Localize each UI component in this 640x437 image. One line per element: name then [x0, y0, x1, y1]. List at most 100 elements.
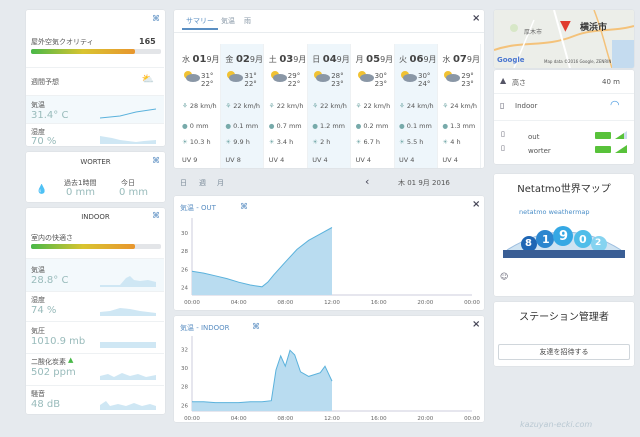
temp-row[interactable]: 気温 31.4° C	[26, 95, 164, 123]
tab-summary-underline	[182, 28, 218, 30]
forecast-row[interactable]: 週間予想 ⛅	[26, 67, 164, 95]
map-card[interactable]: 横浜市 厚木市 ▼ Google Map data ©2016 Google, …	[494, 10, 634, 68]
tab-summary[interactable]: サマリー	[186, 16, 214, 26]
indoor-co2-row[interactable]: 二酸化炭素 ▲ 502 ppm	[26, 353, 164, 385]
forecast-day[interactable]: 水 019月 31° 22° ⚘ 28 km/h ● 0 mm ☀ 10.3 h UV 9	[178, 44, 221, 168]
user-icon: ☺	[500, 272, 509, 281]
period-day[interactable]: 日	[180, 178, 187, 188]
forecast-day[interactable]: 火 069月 30° 24° ⚘ 24 km/h ● 0.1 mm ☀ 5.5 h UV 4	[395, 44, 438, 168]
indoor-module-card: INDOOR ⌘ 室内の快適さ 気温 28.8° C 湿度 74 % 気圧 10…	[26, 208, 165, 414]
sunshine-value: ☀ 6.7 h	[355, 138, 381, 146]
raindrop-icon: ●	[355, 122, 362, 130]
tab-rain[interactable]: 雨	[244, 16, 251, 26]
y-tick-label: 28	[181, 249, 188, 255]
out-module-icon: ▯	[501, 130, 505, 138]
forecast-day[interactable]: 日 049月 28° 23° ⚘ 22 km/h ● 1.2 mm ☀ 2 h UV 4	[308, 44, 352, 168]
temp-hi-lo: 29° 22°	[287, 72, 301, 88]
forecast-day[interactable]: 金 029月 31° 22° ⚘ 22 km/h ● 0.1 mm ☀ 9.9 h UV 8	[221, 44, 265, 168]
sunshine-value: ☀ 9.9 h	[225, 138, 250, 146]
wind-value: ⚘ 28 km/h	[182, 102, 217, 110]
share-icon[interactable]: ⌘	[152, 156, 160, 165]
worter-battery-icon	[595, 146, 611, 153]
indoor-temp-chart-card: 気温 - INDOOR ⌘ × 32 30 28 26 00:00 04:00 08:00 1…	[174, 316, 484, 422]
indoor-module-label: Indoor	[515, 102, 538, 110]
tab-temperature[interactable]: 気温	[221, 16, 235, 26]
indoor-temp-value: 28.8° C	[31, 275, 69, 286]
x-tick-label: 16:00	[371, 416, 387, 422]
day-header: 水 019月	[182, 54, 220, 65]
temp-sparkline	[100, 108, 156, 119]
world-map-card[interactable]: Netatmo世界マップ netatmo weathermap 8 1 9 0 …	[494, 174, 634, 296]
map-pin-icon: ▼	[560, 18, 571, 34]
indoor-humidity-label: 湿度	[31, 296, 45, 304]
rain-value: ● 0.1 mm	[399, 122, 432, 130]
forecast-divider	[174, 32, 484, 33]
indoor-comfort-label: 室内の快適さ	[31, 234, 73, 242]
indoor-co2-sparkline	[100, 373, 156, 380]
uv-value: UV 8	[225, 156, 241, 164]
y-tick-label: 26	[181, 403, 188, 409]
partly-cloudy-icon	[356, 70, 374, 84]
y-tick-label: 28	[181, 385, 188, 391]
wind-value: ⚘ 22 km/h	[312, 102, 347, 110]
sun-icon: ☀	[355, 138, 362, 146]
prev-arrow-icon[interactable]: ‹	[365, 175, 369, 188]
forecast-day[interactable]: 土 039月 29° 22° ⚘ 22 km/h ● 0.7 mm ☀ 3.4 h UV 4	[265, 44, 308, 168]
weathermap-digit: 0	[579, 233, 587, 246]
co2-up-icon: ▲	[68, 356, 74, 364]
sunshine-value: ☀ 3.4 h	[268, 138, 294, 146]
forecast-day[interactable]: 水 079月 29° 23° ⚘ 24 km/h ● 1.3 mm ☀ 4 h UV 4	[438, 44, 482, 168]
indoor-co2-value: 502 ppm	[31, 367, 76, 378]
wind-value: ⚘ 22 km/h	[225, 102, 261, 110]
indoor-noise-row[interactable]: 騒音 48 dB	[26, 385, 164, 414]
x-tick-label: 08:00	[277, 416, 293, 422]
altitude-label: 高さ	[512, 79, 526, 87]
indoor-temp-row[interactable]: 気温 28.8° C	[26, 258, 164, 291]
share-icon[interactable]: ⌘	[152, 211, 160, 220]
wind-value: ⚘ 22 km/h	[355, 102, 391, 110]
station-manager-title: ステーション管理者	[519, 312, 609, 323]
sunshine-value: ☀ 10.3 h	[182, 138, 211, 146]
period-week[interactable]: 週	[199, 178, 206, 188]
raindrop-icon: ●	[182, 122, 188, 130]
indoor-humidity-row[interactable]: 湿度 74 %	[26, 291, 164, 321]
rain-value: ● 0.1 mm	[225, 122, 259, 130]
humidity-row[interactable]: 湿度 70 %	[26, 123, 164, 147]
rain-value: ● 1.3 mm	[442, 122, 476, 130]
invite-friends-button[interactable]: 友達を招待する	[498, 344, 630, 360]
rain-title: WORTER	[80, 158, 111, 166]
y-tick-label: 30	[181, 231, 188, 237]
station-info-card: ▲ 高さ 40 m ▯ Indoor ◠ ▯ out ▯ worter	[494, 70, 634, 164]
day-header: 日 049月	[312, 54, 350, 65]
forecast-day[interactable]: 月 059月 30° 23° ⚘ 22 km/h ● 0.2 mm ☀ 6.7 h UV 4	[352, 44, 395, 168]
indoor-comfort-bar-fill	[31, 244, 135, 249]
wind-value: ⚘ 22 km/h	[268, 102, 304, 110]
uv-value: UV 9	[182, 156, 198, 164]
partly-cloudy-icon	[442, 70, 461, 84]
period-date: 木 01 9月 2016	[398, 179, 450, 187]
close-icon[interactable]: ×	[472, 13, 480, 24]
watermark: kazuyan-ecki.com	[520, 420, 593, 429]
world-map-title: Netatmo世界マップ	[517, 184, 611, 195]
period-bar: 日 週 月 ‹ 木 01 9月 2016	[174, 175, 484, 190]
forecast-card: サマリー 気温 雨 × 水 019月 31° 22° ⚘ 28 km/h ● 0 mm ☀…	[174, 10, 484, 168]
out-temp-chart-card: 気温 - OUT ⌘ × 30 28 26 24 00:00 04:00 08:00 12:0…	[174, 196, 484, 310]
indoor-pressure-row[interactable]: 気圧 1010.9 mb	[26, 321, 164, 353]
raindrop-icon: ●	[225, 122, 232, 130]
raindrop-icon: ●	[268, 122, 275, 130]
day-header: 火 069月	[399, 54, 437, 65]
partly-cloudy-icon	[399, 70, 417, 84]
invite-friends-label: 友達を招待する	[539, 348, 589, 356]
day-header: 水 079月	[442, 54, 480, 65]
wind-icon: ⚘	[182, 102, 188, 110]
share-icon[interactable]: ⌘	[152, 14, 160, 23]
indoor-noise-value: 48 dB	[31, 399, 61, 410]
uv-value: UV 4	[442, 156, 458, 164]
wind-icon: ⚘	[225, 102, 232, 110]
x-tick-label: 20:00	[417, 416, 433, 422]
partly-cloudy-icon: ⛅	[141, 74, 154, 85]
sun-icon: ☀	[268, 138, 275, 146]
humidity-sparkline	[100, 136, 156, 144]
wind-icon: ⚘	[399, 102, 405, 110]
period-month[interactable]: 月	[217, 178, 224, 188]
